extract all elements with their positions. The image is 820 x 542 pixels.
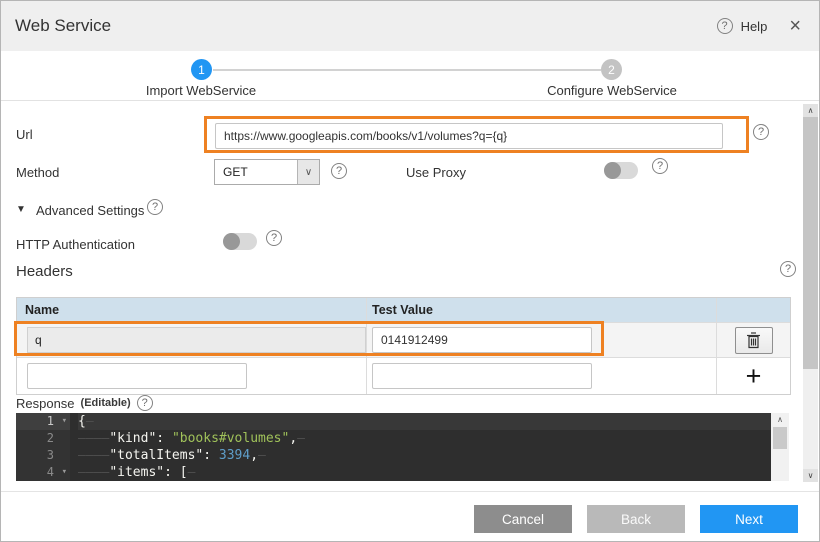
header-name-field[interactable]: q: [27, 327, 366, 353]
trash-icon: [746, 332, 761, 349]
scroll-up-icon[interactable]: ∧: [803, 104, 818, 117]
cancel-button[interactable]: Cancel: [474, 505, 572, 533]
use-proxy-toggle[interactable]: [604, 162, 638, 179]
editor-scrollbar[interactable]: ∧: [771, 413, 789, 481]
table-new-row: +: [17, 357, 790, 394]
response-editable-label: (Editable): [81, 397, 131, 409]
http-auth-label: HTTP Authentication: [16, 237, 135, 252]
method-help-icon[interactable]: ?: [331, 163, 347, 179]
wizard-stepper: 1 Import WebService 2 Configure WebServi…: [1, 51, 819, 101]
use-proxy-label: Use Proxy: [406, 165, 466, 180]
table-header-row: Name Test Value: [17, 298, 790, 322]
url-label: Url: [16, 127, 33, 142]
response-code-editor[interactable]: 1 ▾ 2 3 4 ▾ {– ————"kind": "books#volumes"…: [16, 413, 789, 481]
editor-gutter: 1 ▾ 2 3 4 ▾: [16, 413, 70, 481]
use-proxy-help-icon[interactable]: ?: [652, 158, 668, 174]
response-label-row: Response (Editable) ?: [16, 395, 153, 411]
dialog-header: Web Service ? Help ×: [1, 1, 819, 51]
step2-circle[interactable]: 2: [601, 59, 622, 80]
headers-title: Headers: [16, 263, 73, 280]
fold-icon[interactable]: ▾: [62, 464, 67, 481]
column-header-name: Name: [17, 298, 367, 322]
add-row-button[interactable]: +: [746, 363, 762, 390]
method-select[interactable]: GET ∨: [214, 159, 320, 185]
dialog-scrollbar[interactable]: ∧ ∨: [803, 104, 818, 482]
url-highlight-box: [204, 116, 749, 153]
header-value-input[interactable]: [372, 327, 592, 353]
method-selected-value: GET: [215, 165, 297, 179]
http-auth-toggle[interactable]: [223, 233, 257, 250]
column-header-actions: [717, 298, 790, 322]
headers-table: Name Test Value q: [16, 297, 791, 395]
response-help-icon[interactable]: ?: [137, 395, 153, 411]
editor-scrollbar-thumb[interactable]: [773, 427, 787, 449]
step1-label: Import WebService: [146, 83, 256, 98]
url-input[interactable]: [215, 123, 723, 149]
new-header-name-input[interactable]: [27, 363, 247, 389]
url-help-icon[interactable]: ?: [753, 124, 769, 140]
line-number: 2: [47, 431, 54, 445]
response-label: Response: [16, 396, 75, 411]
scroll-up-icon[interactable]: ∧: [771, 413, 789, 426]
fold-icon[interactable]: ▾: [62, 413, 67, 430]
code-line: ————"kind": "books#volumes",–: [78, 430, 771, 447]
code-line: ————"items": [–: [78, 464, 771, 481]
editor-code-area[interactable]: {– ————"kind": "books#volumes",– ————"to…: [70, 413, 771, 481]
next-button[interactable]: Next: [700, 505, 798, 533]
table-row: q: [17, 322, 790, 357]
column-header-test-value: Test Value: [367, 298, 717, 322]
dialog-body: Url ? Method GET ∨ ? Use Proxy ? ▼ Advan…: [1, 101, 819, 491]
headers-help-icon[interactable]: ?: [780, 261, 796, 277]
chevron-down-icon[interactable]: ∨: [297, 160, 319, 184]
line-number: 1: [47, 414, 54, 428]
caret-down-icon[interactable]: ▼: [16, 204, 26, 215]
advanced-settings-help-icon[interactable]: ?: [147, 199, 163, 215]
line-number: 3: [47, 448, 54, 462]
code-line: {–: [78, 413, 771, 430]
dialog-scrollbar-thumb[interactable]: [803, 117, 818, 369]
toggle-knob: [223, 233, 240, 250]
line-number: 4: [47, 465, 54, 479]
dialog-footer: Cancel Back Next: [1, 491, 819, 542]
code-line: ————"totalItems": 3394,–: [78, 447, 771, 464]
new-header-value-input[interactable]: [372, 363, 592, 389]
delete-row-button[interactable]: [735, 327, 773, 354]
http-auth-help-icon[interactable]: ?: [266, 230, 282, 246]
help-icon[interactable]: ?: [717, 18, 733, 34]
advanced-settings-toggle[interactable]: Advanced Settings: [36, 203, 144, 218]
method-label: Method: [16, 165, 59, 180]
stepper-connector: [213, 69, 601, 71]
step2-label: Configure WebService: [547, 83, 677, 98]
help-link[interactable]: Help: [741, 19, 768, 34]
toggle-knob: [604, 162, 621, 179]
step1-circle[interactable]: 1: [191, 59, 212, 80]
back-button[interactable]: Back: [587, 505, 685, 533]
scroll-down-icon[interactable]: ∨: [803, 469, 818, 482]
page-title: Web Service: [15, 16, 111, 36]
close-icon[interactable]: ×: [789, 16, 801, 36]
web-service-dialog: Web Service ? Help × 1 Import WebService…: [0, 0, 820, 542]
